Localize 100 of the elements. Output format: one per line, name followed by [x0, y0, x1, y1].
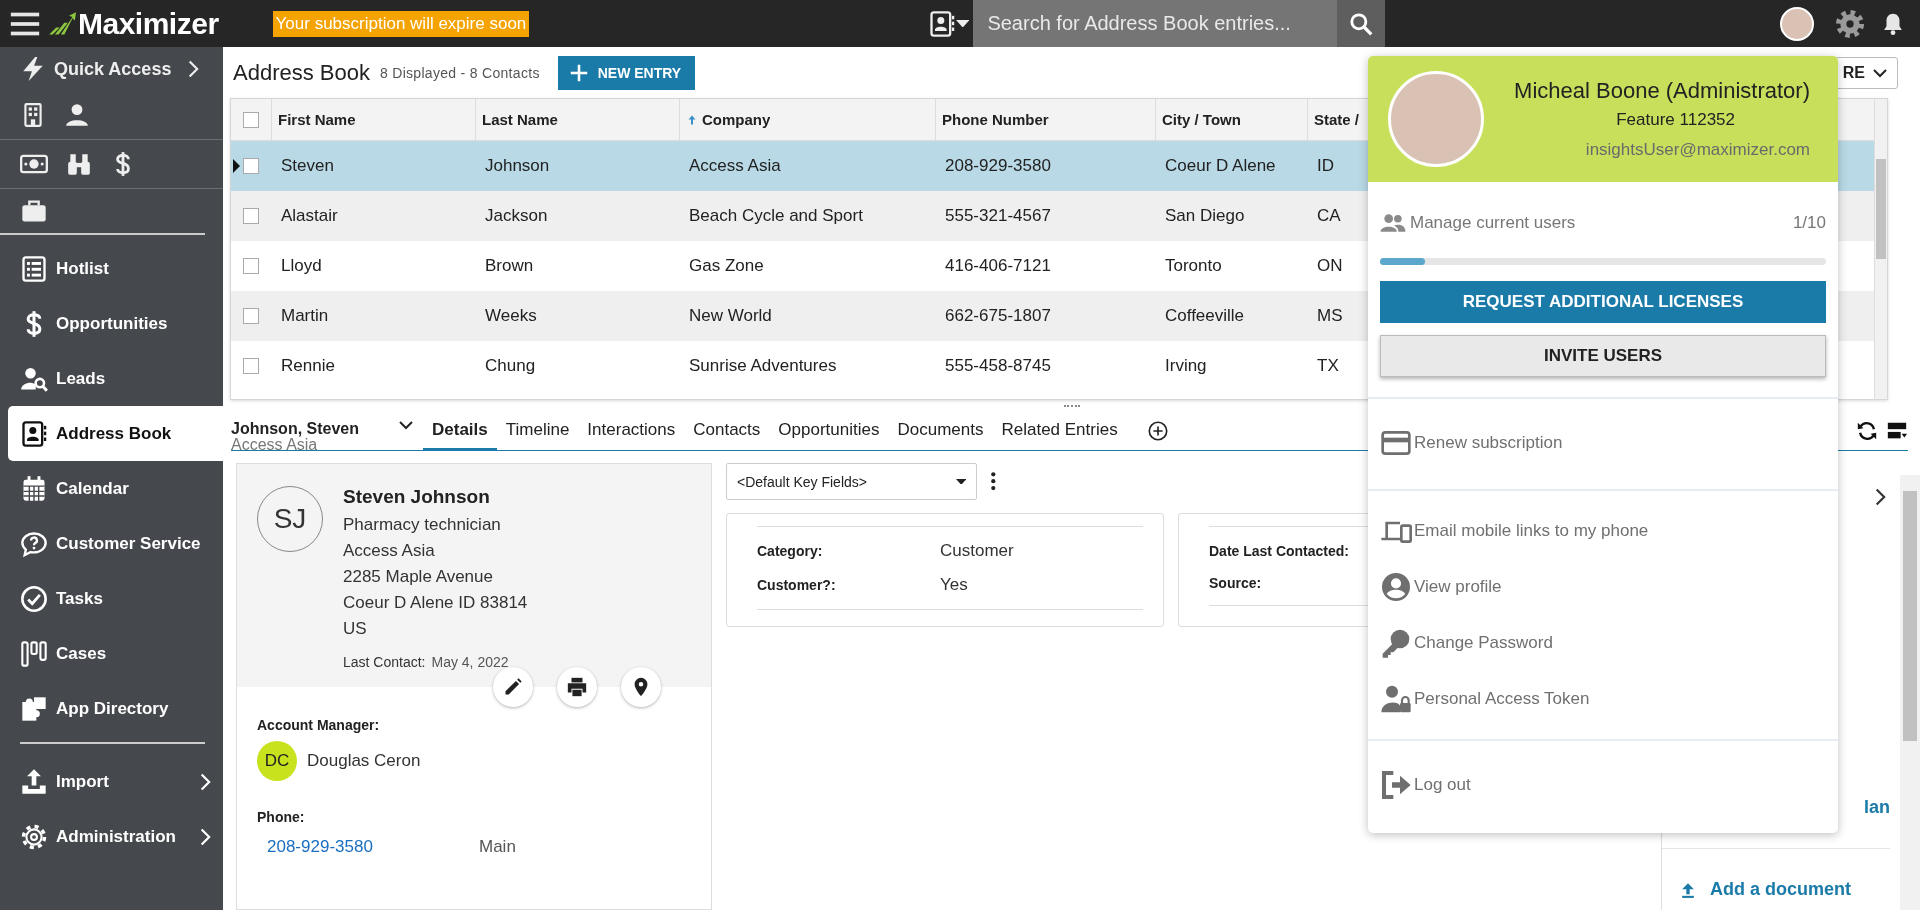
key-icon [1380, 627, 1412, 659]
caret-icon [955, 478, 966, 485]
edit-button[interactable] [493, 667, 533, 707]
person-icon [64, 102, 90, 128]
nav-item[interactable]: App Directory [8, 681, 223, 736]
menu-item[interactable]: Renew subscription [1380, 413, 1826, 475]
field-label: Category: [757, 543, 824, 561]
address-line: Pharmacy technician [343, 514, 502, 536]
row-checkbox[interactable] [243, 208, 259, 224]
search-icon [1348, 10, 1375, 37]
more-options-button[interactable] [991, 472, 996, 491]
brand-name: Maximizer [78, 6, 219, 41]
detail-tab[interactable]: Details [423, 420, 497, 451]
contact-company: Access Asia [231, 438, 319, 450]
invite-users-button[interactable]: INVITE USERS [1380, 335, 1826, 377]
scrollbar[interactable] [1900, 475, 1920, 910]
row-checkbox[interactable] [243, 358, 259, 374]
refresh-button[interactable] [1856, 420, 1878, 442]
user-count: 1/10 [1792, 213, 1826, 233]
address-line: 2285 Maple Avenue [343, 566, 494, 588]
nav-item[interactable]: Tasks [8, 571, 223, 626]
menu-item[interactable]: Email mobile links to my phone [1380, 505, 1826, 557]
column-header[interactable]: City / Town [1155, 99, 1307, 141]
caret-icon [955, 19, 970, 28]
detail-tab[interactable]: Documents [888, 420, 993, 451]
nav-item[interactable]: Customer Service [8, 516, 223, 571]
card-name: Steven Johnson [343, 486, 491, 508]
nav-item[interactable]: Calendar [8, 461, 223, 516]
table-cell: Alastair [271, 191, 475, 241]
detail-tab[interactable]: Opportunities [769, 420, 889, 451]
table-cell: Access Asia [679, 141, 935, 191]
menu-item[interactable]: Change Password [1380, 617, 1826, 669]
quick-access-item[interactable]: Quick Access [0, 47, 223, 91]
scrollbar[interactable] [1874, 99, 1887, 399]
detail-tab[interactable]: Timeline [496, 420, 579, 451]
row-checkbox[interactable] [243, 158, 259, 174]
field-label: Account Manager: [257, 717, 381, 733]
table-cell: 208-929-3580 [935, 141, 1155, 191]
table-cell: 555-321-4567 [935, 191, 1155, 241]
field-value: Customer [940, 541, 1015, 561]
pencil-icon [503, 677, 523, 697]
nav-item[interactable]: Import [8, 754, 223, 809]
menu-item[interactable]: View profile [1380, 561, 1826, 613]
menu-item[interactable]: Personal Access Token [1380, 673, 1826, 725]
sort-arrow-icon [686, 113, 698, 126]
nav-item[interactable]: Address Book [8, 406, 223, 461]
request-licenses-button[interactable]: REQUEST ADDITIONAL LICENSES [1380, 281, 1826, 323]
user-avatar[interactable] [1780, 6, 1814, 41]
nav-item[interactable]: Hotlist [8, 241, 223, 296]
column-header[interactable]: Phone Number [935, 99, 1155, 141]
nav-item[interactable]: Administration [8, 809, 223, 864]
field-value: Yes [940, 575, 969, 595]
new-entry-button[interactable]: NEW ENTRY [557, 55, 696, 90]
address-line: Access Asia [343, 540, 436, 562]
upload-icon [20, 767, 48, 796]
table-cell: Weeks [475, 291, 679, 341]
detail-tab[interactable]: Interactions [578, 420, 685, 451]
row-checkbox[interactable] [243, 258, 259, 274]
detail-tab[interactable]: Related Entries [992, 420, 1127, 451]
map-button[interactable] [621, 667, 661, 707]
table-cell: Coffeeville [1155, 291, 1307, 341]
column-header[interactable]: First Name [271, 99, 475, 141]
phone-link[interactable]: 208-929-3580 [257, 837, 479, 857]
person-lock-icon [1380, 683, 1412, 715]
subscription-notice: Your subscription will expire soon [272, 10, 530, 37]
table-cell: Jackson [475, 191, 679, 241]
menu-item[interactable]: Log out [1380, 759, 1826, 811]
logout-icon [1380, 769, 1412, 801]
binoculars-button[interactable] [66, 151, 92, 177]
puzzle-icon [20, 694, 48, 723]
settings-button[interactable] [1834, 7, 1866, 40]
printer-icon [566, 676, 588, 698]
key-fields-dropdown[interactable]: <Default Key Fields> [726, 463, 977, 500]
manage-users-label[interactable]: Manage current users [1410, 213, 1789, 233]
refresh-icon [1856, 420, 1878, 442]
add-document-link[interactable]: Add a document [1662, 848, 1890, 910]
print-button[interactable] [557, 667, 597, 707]
nav-item[interactable]: Opportunities [8, 296, 223, 351]
search-button[interactable] [1337, 0, 1386, 47]
contact-card-icon [20, 419, 48, 448]
nav-item[interactable]: Cases [8, 626, 223, 681]
panel-link[interactable]: lan [1864, 797, 1890, 818]
column-header[interactable]: Last Name [475, 99, 679, 141]
question-bubble-icon [20, 529, 48, 558]
nav-item[interactable]: Leads [8, 351, 223, 406]
detail-tab[interactable]: Contacts [684, 420, 770, 451]
search-field[interactable]: Search for Address Book entries... [973, 0, 1338, 47]
column-header[interactable]: Company [679, 99, 935, 141]
field-label: Date Last Contacted: [1209, 543, 1351, 559]
table-cell: Coeur D Alene [1155, 141, 1307, 191]
table-cell: New World [679, 291, 935, 341]
table-cell: Martin [271, 291, 475, 341]
entry-count: 8 Displayed - 8 Contacts [379, 64, 540, 81]
select-all-checkbox[interactable] [243, 111, 259, 128]
row-checkbox[interactable] [243, 308, 259, 324]
individual-button[interactable] [64, 102, 90, 128]
contact-name: Johnson, Steven [231, 420, 361, 438]
check-circle-icon [20, 584, 48, 613]
settings-icon [20, 822, 48, 851]
field-label: Source: [1209, 575, 1263, 591]
